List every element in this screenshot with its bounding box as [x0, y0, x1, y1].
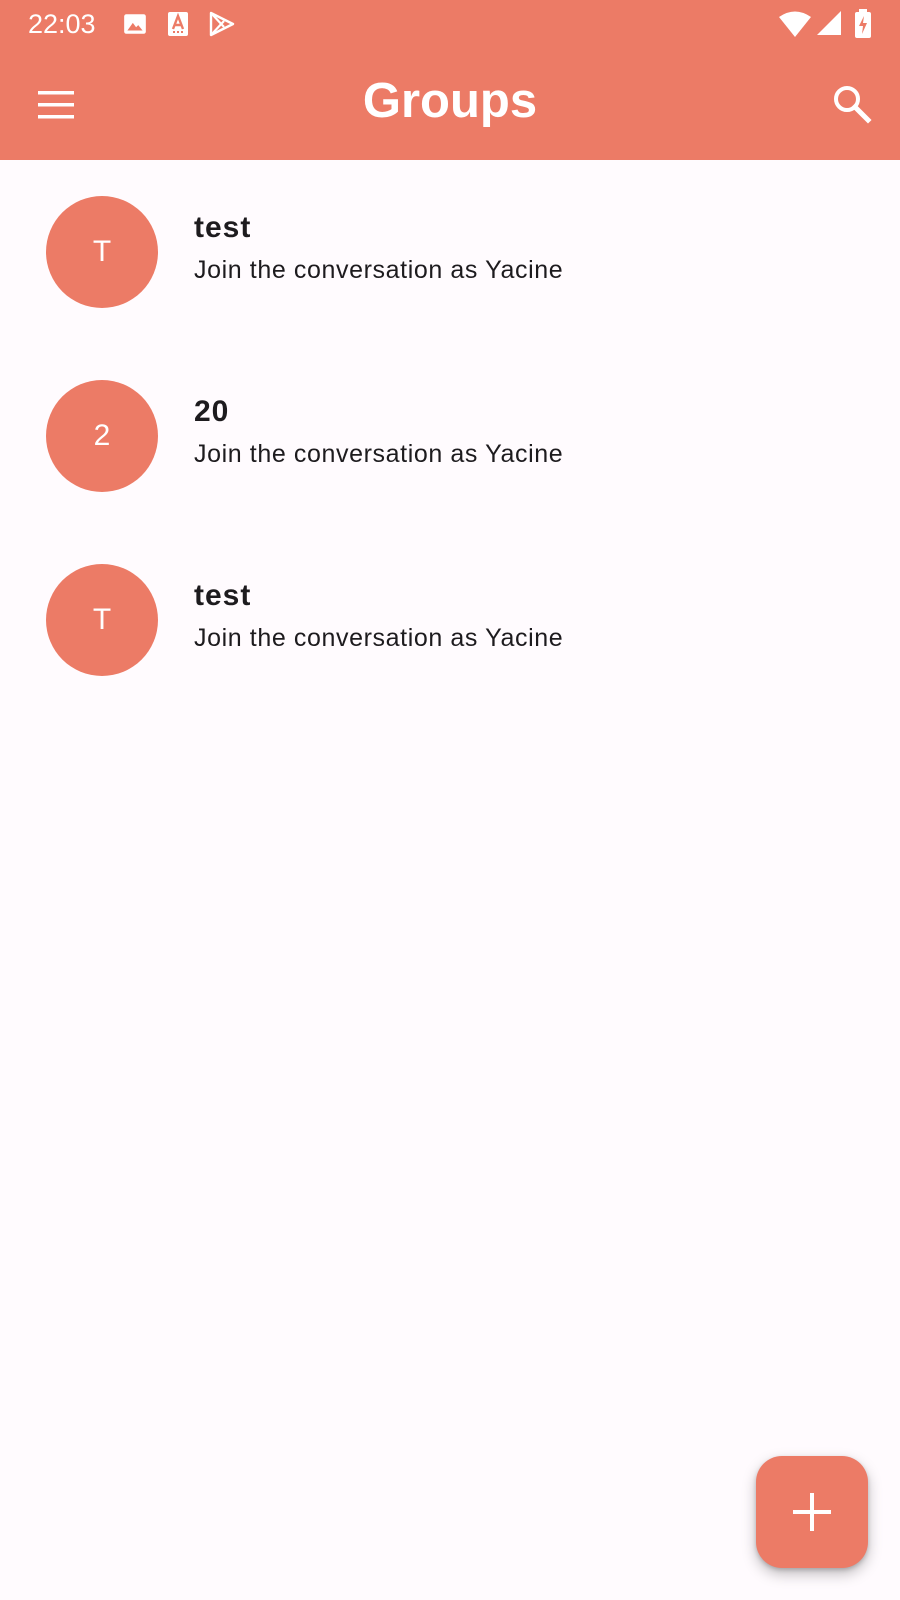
battery-charging-icon [855, 9, 871, 38]
image-icon [124, 14, 146, 34]
app-bar: 22:03 Groups [0, 0, 900, 160]
page-title: Groups [362, 74, 538, 128]
plus-icon [793, 1493, 831, 1531]
status-time: 22:03 [28, 9, 96, 39]
search-icon [834, 86, 872, 124]
group-list-item[interactable]: T test Join the conversation as Yacine [0, 160, 900, 344]
wifi-icon [779, 11, 811, 37]
signal-icon [817, 11, 841, 35]
group-avatar: T [46, 564, 158, 676]
group-list-item[interactable]: T test Join the conversation as Yacine [0, 528, 900, 712]
group-avatar: 2 [46, 380, 158, 492]
group-list: T test Join the conversation as Yacine 2… [0, 160, 900, 712]
group-subtitle: Join the conversation as Yacine [194, 624, 564, 652]
add-group-button[interactable] [756, 1456, 868, 1568]
group-name: test [194, 579, 252, 612]
group-name: test [194, 211, 252, 244]
status-bar: 22:03 [0, 0, 900, 48]
toolbar: Groups [0, 48, 900, 160]
group-subtitle: Join the conversation as Yacine [194, 256, 564, 284]
play-store-icon [209, 11, 235, 37]
group-subtitle: Join the conversation as Yacine [194, 440, 564, 468]
text-recognition-icon [168, 12, 188, 36]
group-avatar: T [46, 196, 158, 308]
search-button[interactable] [822, 74, 882, 134]
group-name: 20 [194, 395, 230, 428]
group-list-item[interactable]: 2 20 Join the conversation as Yacine [0, 344, 900, 528]
